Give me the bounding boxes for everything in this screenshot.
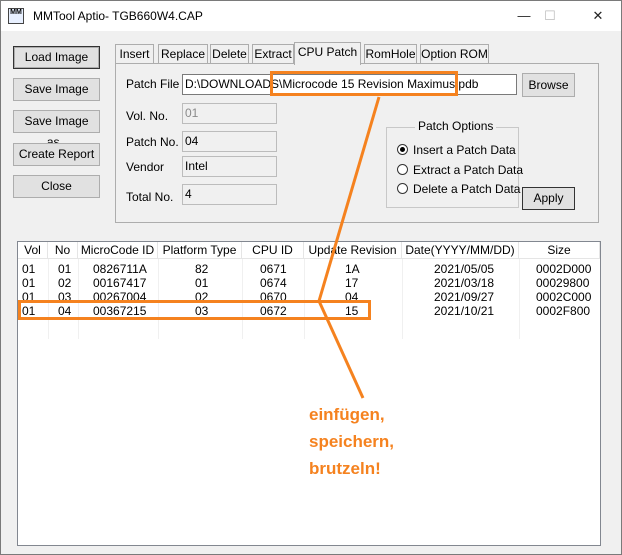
application-window: MM MMTool Aptio- TGB660W4.CAP — ☐ ✕ Load… (0, 0, 622, 555)
annotation-line: einfügen, (309, 405, 385, 424)
annotation-line: speichern, (309, 432, 395, 451)
arrow-to-file (317, 96, 381, 302)
annotation-text: einfügen, speichern, brutzeln! (309, 401, 394, 482)
arrow-to-row (317, 300, 365, 399)
annotation-line: brutzeln! (309, 459, 381, 478)
tab-cpu-patch[interactable]: CPU Patch (294, 42, 361, 65)
